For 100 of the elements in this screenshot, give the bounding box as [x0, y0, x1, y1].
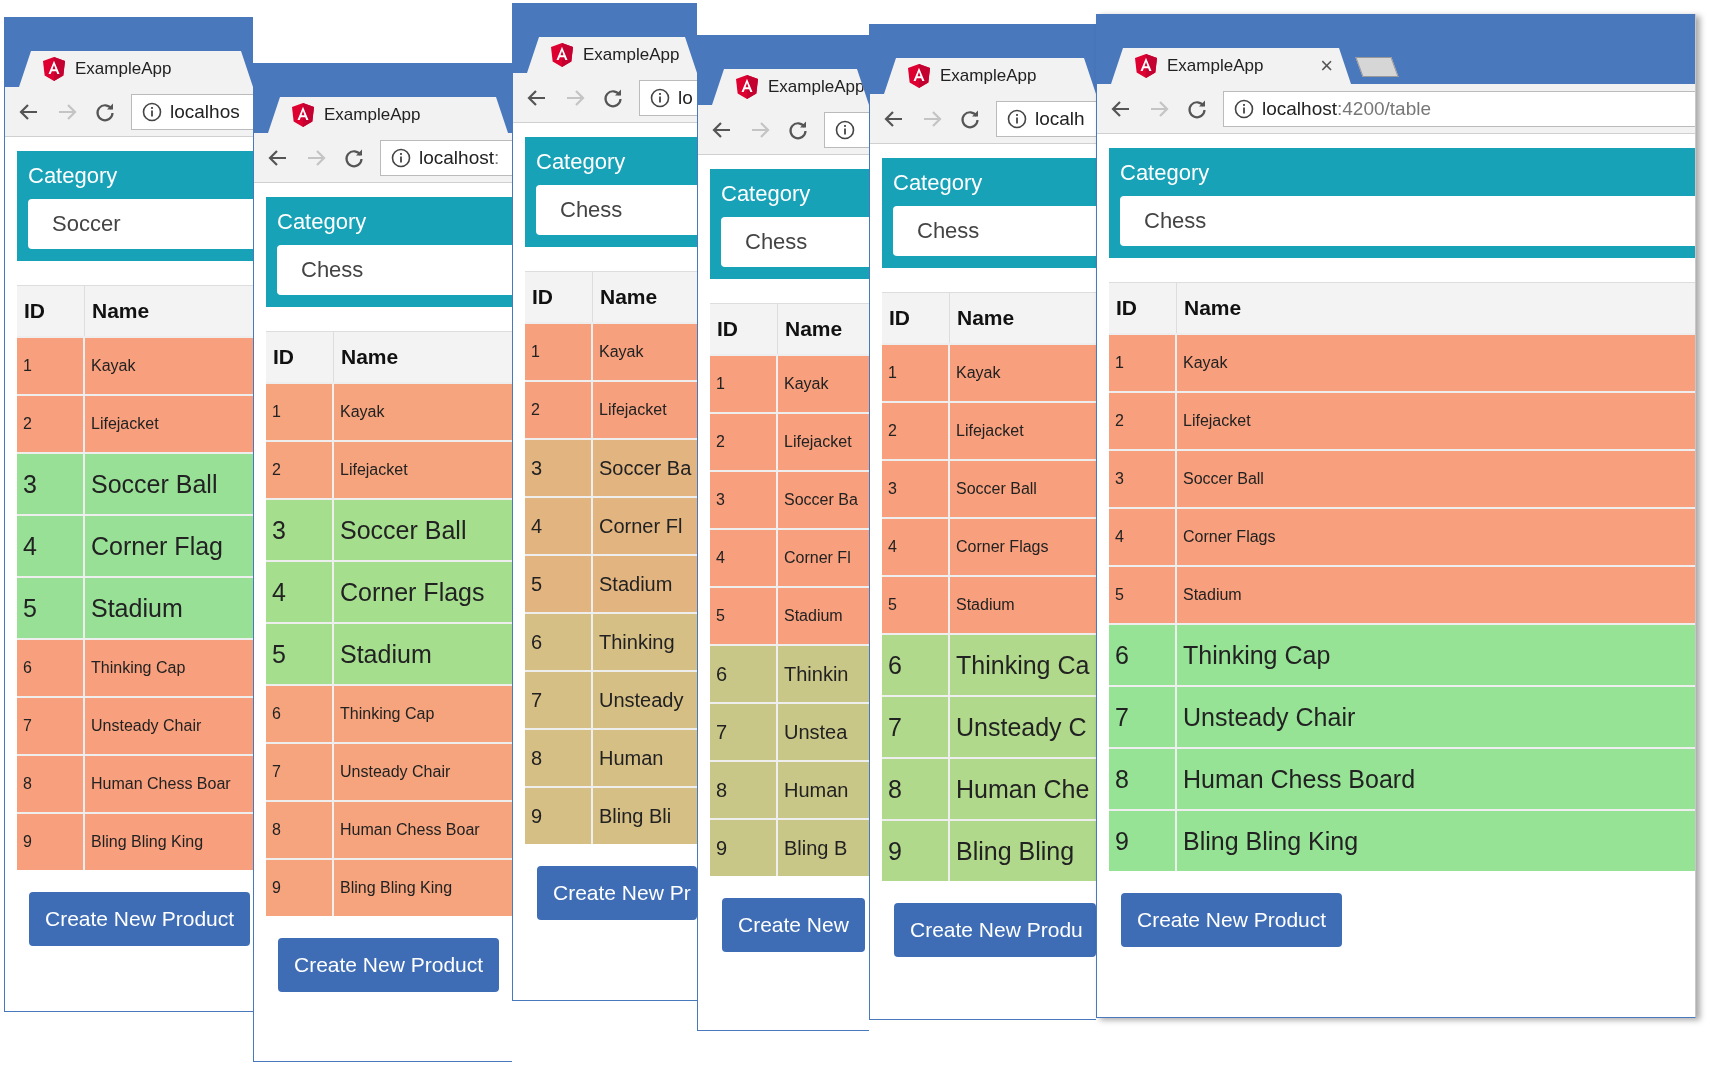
table-cell-text: Stadium [955, 595, 1016, 615]
table-cell-text: Soccer Ball [955, 479, 1038, 499]
table-cell-text: Kayak [783, 374, 830, 394]
table-cell-text: Lifejacket [783, 432, 853, 452]
column-header: Name [91, 298, 151, 324]
table-cell-text: Stadium [783, 606, 844, 626]
shield-logo-icon [292, 103, 314, 127]
shield-logo-icon [908, 64, 930, 88]
table-cell-text: Corner Flags [955, 537, 1050, 557]
column-header: Name [599, 284, 659, 310]
address-field[interactable] [824, 111, 869, 148]
table-cell-text: Soccer Ba [783, 490, 859, 510]
table-cell-text: Kayak [339, 402, 386, 422]
table-cell-text: Soccer Ball [339, 514, 468, 546]
shield-logo-icon [43, 57, 65, 81]
category-label: Category [277, 209, 368, 235]
table-cell-text: Corner Flags [1182, 527, 1277, 547]
address-field[interactable]: localh [996, 100, 1096, 137]
address-field[interactable]: localhost:4200/table [1223, 90, 1695, 127]
address-field[interactable]: localhost: [380, 139, 512, 176]
table-cell-text: Corner Fl [598, 513, 684, 539]
browser-tab[interactable]: ExampleApp [884, 58, 1096, 94]
address-field[interactable]: lo [639, 79, 697, 116]
category-select[interactable]: Chess [893, 206, 1096, 256]
table-cell-text: Soccer Ball [1182, 469, 1265, 489]
table-cell-text: Thinkin [783, 661, 850, 687]
category-select[interactable]: Soccer [28, 199, 253, 249]
create-button[interactable]: Create New Product [278, 938, 500, 992]
table-cell-text: Corner Fl [783, 548, 852, 568]
table-cell-text: Lifejacket [90, 414, 160, 434]
table-cell-text: Human Chess Boar [339, 820, 481, 840]
info-icon [1234, 98, 1254, 119]
create-button[interactable]: Create New [722, 898, 865, 952]
table-cell-text: Lifejacket [598, 400, 668, 420]
table-cell-text: Bling Bli [598, 803, 673, 829]
category-label: Category [28, 163, 119, 189]
table-cell-text: Unsteady Chair [90, 716, 203, 736]
info-icon [1007, 108, 1027, 129]
table-cell-text: Stadium [1182, 585, 1243, 605]
table-cell-text: Corner Flag [90, 530, 224, 562]
shield-logo-icon [1135, 54, 1157, 78]
browser-tab[interactable]: ExampleApp × [1111, 48, 1351, 84]
table-cell-text: Soccer Ba [598, 455, 693, 481]
column-header: Name [956, 305, 1016, 331]
table-cell: 9 [17, 814, 85, 870]
table-cell-text: Kayak [90, 356, 137, 376]
category-label: Category [1120, 160, 1211, 186]
table-cell-text: Stadium [598, 571, 674, 597]
info-icon [650, 87, 670, 108]
table-cell-text: Human Chess Boar [90, 774, 232, 794]
create-button[interactable]: Create New Product [1121, 893, 1343, 947]
info-icon [391, 147, 411, 168]
table-cell: 9 [1109, 811, 1177, 871]
table-cell-text: Thinking Cap [1182, 639, 1332, 671]
table-cell-text: Unsteady C [955, 711, 1088, 743]
shield-logo-icon [736, 75, 758, 99]
table-cell-text: Bling Bling [955, 835, 1076, 867]
address-field[interactable]: localhos [131, 93, 253, 130]
table-cell-text: Unsteady Chair [1182, 701, 1357, 733]
table-cell-text: Bling B [783, 835, 849, 861]
shield-logo-icon [551, 43, 573, 67]
browser-tab[interactable]: ExampleApp [19, 51, 253, 87]
create-button[interactable]: Create New Produ [894, 903, 1096, 957]
category-select[interactable]: Chess [277, 245, 512, 295]
table-cell-text: Human Chess Board [1182, 763, 1417, 795]
table-cell-text: Stadium [339, 638, 433, 670]
table-cell-text: Thinking Cap [339, 704, 436, 724]
table-cell-text: Thinking Ca [955, 649, 1091, 681]
table-cell-text: Unsteady Chair [339, 762, 452, 782]
table-cell-text: Human [598, 745, 665, 771]
table-cell-text: Bling Bling King [90, 832, 205, 852]
table-cell-text: Lifejacket [955, 421, 1025, 441]
table-cell-text: Thinking [598, 629, 676, 655]
table-cell-text: Lifejacket [339, 460, 409, 480]
category-select[interactable]: Chess [1120, 196, 1695, 246]
new-tab-button[interactable] [1355, 57, 1399, 77]
category-select[interactable]: Chess [536, 185, 697, 235]
table-cell-text: Corner Flags [339, 576, 486, 608]
browser-tab[interactable]: ExampleApp [712, 69, 869, 105]
create-button[interactable]: Create New Pr [537, 866, 697, 920]
info-icon [835, 119, 855, 140]
table-cell-text: Kayak [955, 363, 1002, 383]
table-cell-text: Soccer Ball [90, 468, 219, 500]
create-button[interactable]: Create New Product [29, 892, 251, 946]
table-cell-text: Kayak [598, 342, 645, 362]
column-header: Name [340, 344, 400, 370]
info-icon [142, 101, 162, 122]
browser-tab[interactable]: ExampleApp [527, 37, 697, 73]
table-cell: 9 [882, 821, 950, 881]
category-label: Category [893, 170, 984, 196]
category-select[interactable]: Chess [721, 217, 869, 267]
table-cell-text: Stadium [90, 592, 184, 624]
table-cell-text: Human [783, 777, 850, 803]
close-button[interactable]: × [1316, 55, 1337, 77]
table-cell-text: Bling Bling King [1182, 825, 1360, 857]
table-cell-text: Unsteady [598, 687, 685, 713]
table-cell-text: Human Che [955, 773, 1091, 805]
table-cell-text: Bling Bling King [339, 878, 454, 898]
browser-tab[interactable]: ExampleApp [268, 97, 508, 133]
table-cell: 9 [525, 788, 593, 844]
